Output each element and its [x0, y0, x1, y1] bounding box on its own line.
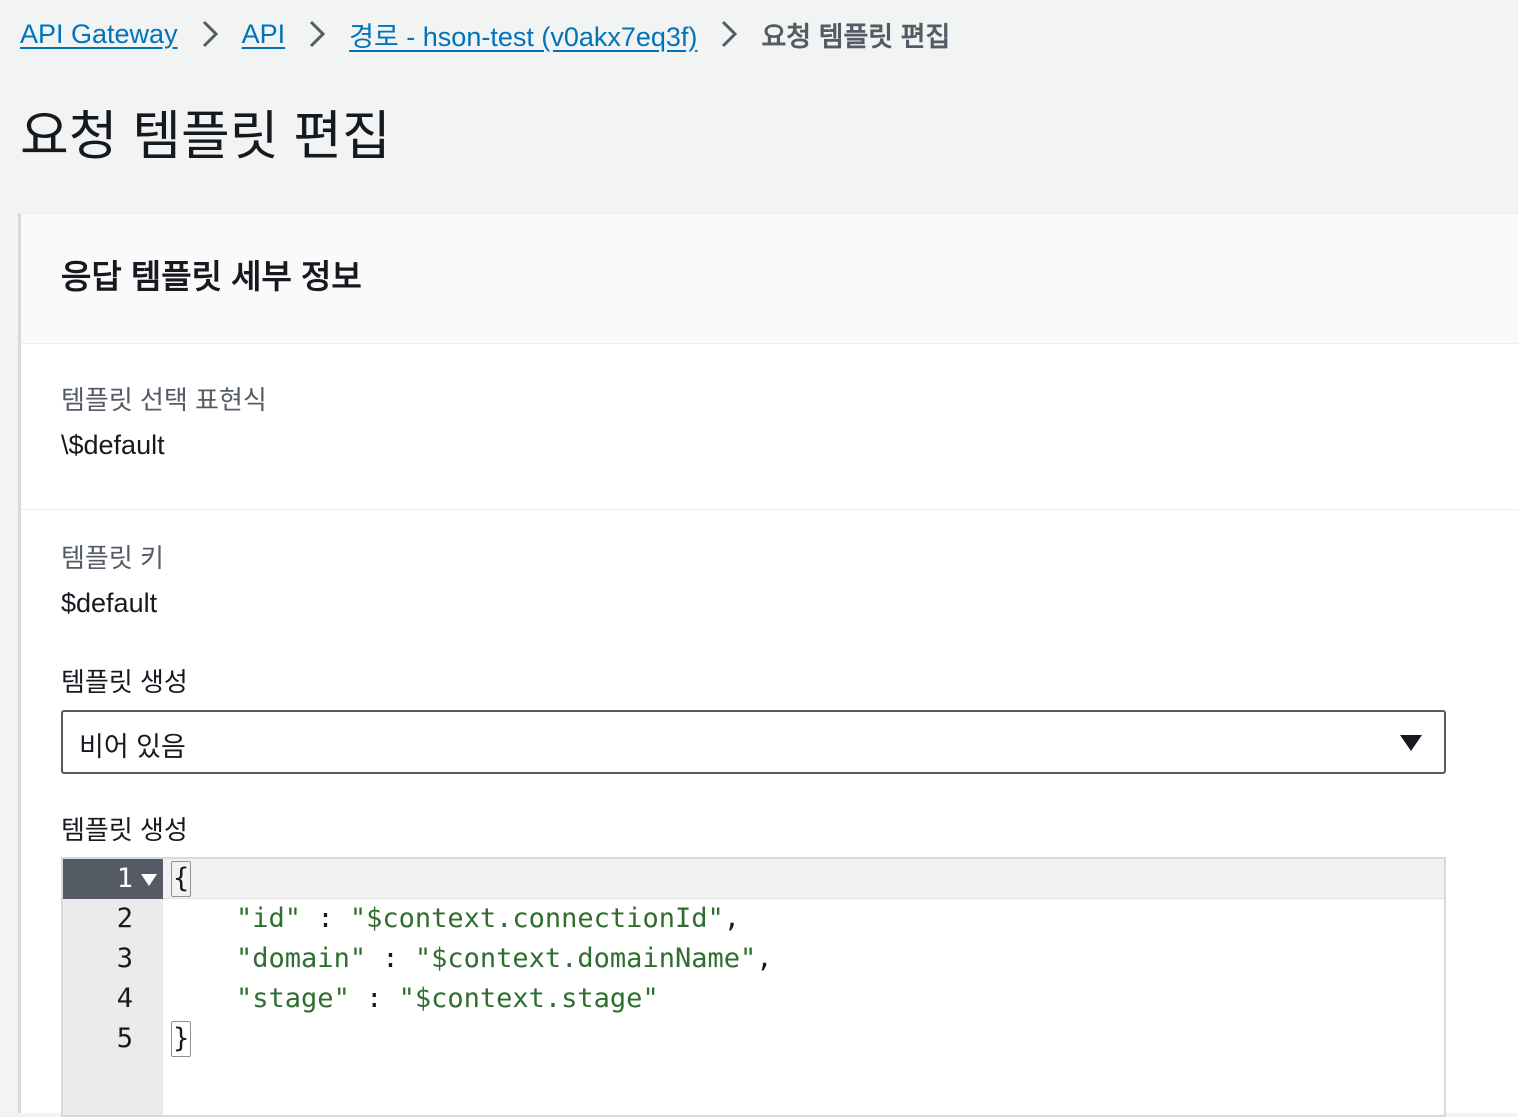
line-number: 2 [116, 903, 133, 934]
line-number: 5 [116, 1023, 133, 1054]
template-key-value: $default [61, 588, 158, 618]
code-comma: , [723, 903, 740, 934]
page-title: 요청 템플릿 편집 [20, 107, 391, 166]
editor-gutter: 1 2 3 4 5 [63, 859, 163, 1115]
line-number: 1 [63, 859, 163, 899]
code-key: "id" [236, 903, 302, 934]
generate-template-label: 템플릿 생성 [61, 667, 188, 697]
breadcrumb-link-api[interactable]: API [242, 19, 286, 50]
breadcrumb-link-route[interactable]: 경로 - hson-test (v0akx7eq3f) [349, 15, 697, 54]
code-comma: , [756, 943, 773, 974]
code-close-brace: } [171, 1021, 192, 1057]
template-code-editor[interactable]: 1 2 3 4 5 { "id" : "$context.connectionI… [61, 857, 1446, 1117]
chevron-right-icon [697, 14, 761, 54]
template-body-label: 템플릿 생성 [61, 815, 188, 845]
code-value: "$context.stage" [398, 983, 659, 1014]
caret-down-icon [1400, 735, 1422, 751]
selection-expression-section: 템플릿 선택 표현식 \$default [21, 344, 1518, 510]
code-separator: : [366, 943, 415, 974]
chevron-right-icon [285, 14, 349, 54]
chevron-right-icon [178, 14, 242, 54]
panel-title: 응답 템플릿 세부 정보 [61, 258, 362, 295]
code-value: "$context.domainName" [414, 943, 757, 974]
generate-template-selected-value: 비어 있음 [79, 732, 186, 762]
code-line: } [163, 1019, 1444, 1059]
fold-caret-icon[interactable] [141, 874, 157, 886]
code-value: "$context.connectionId" [349, 903, 724, 934]
code-open-brace: { [171, 861, 192, 897]
code-line: "stage" : "$context.stage" [163, 979, 1444, 1019]
generate-template-select[interactable]: 비어 있음 [61, 710, 1446, 774]
template-section: 템플릿 키 $default 템플릿 생성 비어 있음 템플릿 생성 1 2 3… [21, 510, 1518, 1117]
editor-code-area[interactable]: { "id" : "$context.connectionId", "domai… [163, 859, 1444, 1115]
code-separator: : [301, 903, 350, 934]
selection-expression-label: 템플릿 선택 표현식 [61, 385, 267, 415]
code-key: "stage" [236, 983, 350, 1014]
breadcrumb-link-api-gateway[interactable]: API Gateway [20, 19, 178, 50]
code-line: { [163, 859, 1444, 899]
panel-header: 응답 템플릿 세부 정보 [21, 214, 1518, 344]
line-number: 3 [116, 943, 133, 974]
selection-expression-value: \$default [61, 430, 165, 460]
breadcrumb: API Gateway API 경로 - hson-test (v0akx7eq… [20, 14, 950, 54]
breadcrumb-current: 요청 템플릿 편집 [761, 21, 951, 52]
code-key: "domain" [236, 943, 367, 974]
line-number: 4 [116, 983, 133, 1014]
code-separator: : [349, 983, 399, 1014]
code-line: "id" : "$context.connectionId", [163, 899, 1444, 939]
code-line: "domain" : "$context.domainName", [163, 939, 1444, 979]
template-details-panel: 응답 템플릿 세부 정보 템플릿 선택 표현식 \$default 템플릿 키 … [18, 213, 1518, 1117]
template-key-label: 템플릿 키 [61, 543, 164, 573]
